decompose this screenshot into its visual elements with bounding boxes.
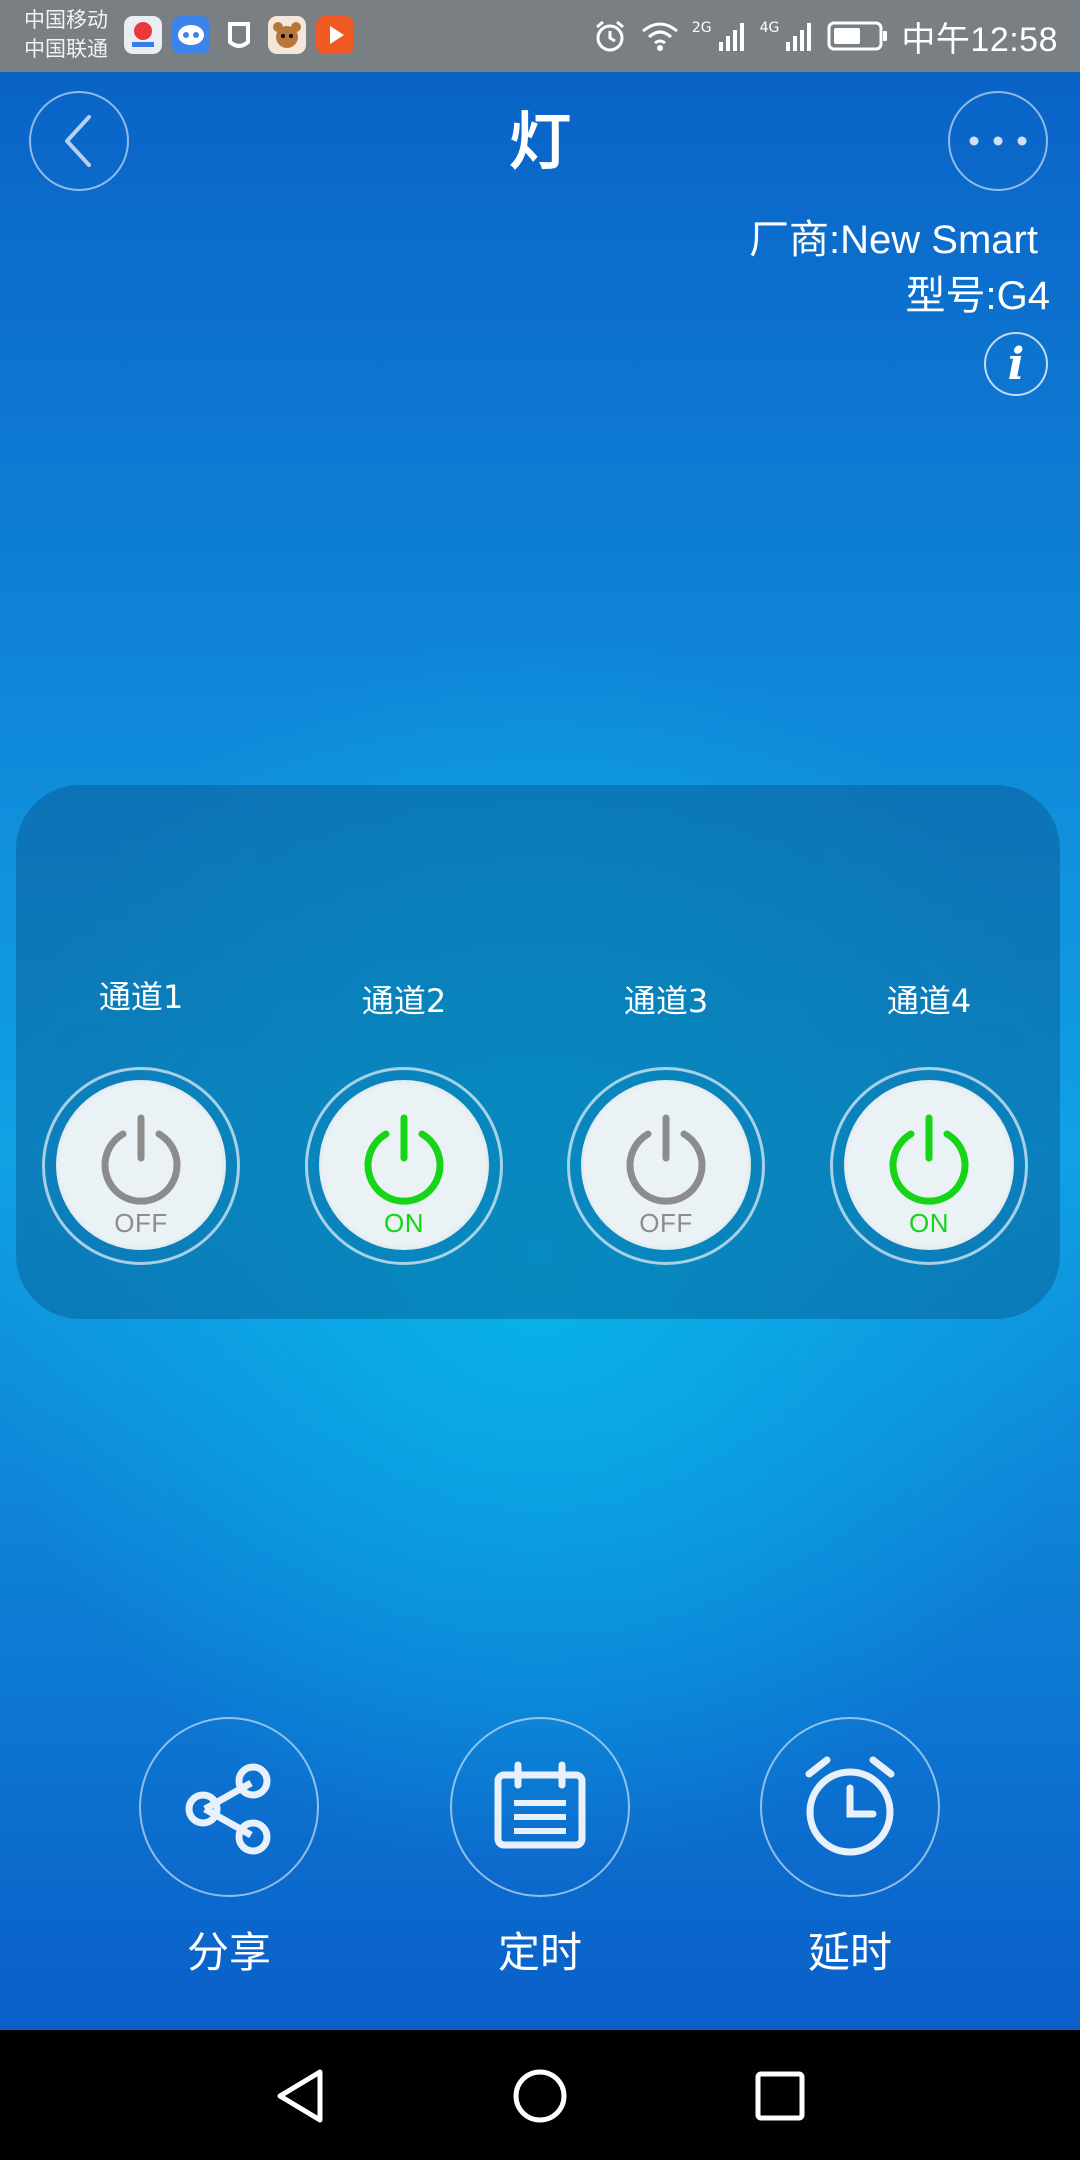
wifi-icon bbox=[641, 22, 678, 51]
square-recents-icon bbox=[755, 2071, 805, 2121]
delay-button[interactable] bbox=[760, 1717, 940, 1897]
channel-label: 通道1 bbox=[98, 978, 184, 1016]
more-dots-icon bbox=[969, 136, 1027, 146]
calendar-icon bbox=[494, 1761, 586, 1849]
channel-4-power-button[interactable]: ON bbox=[844, 1080, 1014, 1250]
carrier-1: 中国移动 bbox=[24, 8, 108, 32]
chevron-left-icon bbox=[65, 115, 91, 167]
signal-icon bbox=[786, 23, 812, 51]
channel-2: 通道2 ON bbox=[304, 785, 504, 1319]
shield-app-icon bbox=[220, 16, 258, 54]
chat-app-icon bbox=[172, 16, 210, 54]
carrier-labels: 中国移动 中国联通 bbox=[24, 6, 108, 64]
power-state-label: ON bbox=[384, 1208, 424, 1238]
power-state-label: ON bbox=[909, 1208, 949, 1238]
power-state-label: OFF bbox=[639, 1208, 693, 1238]
circle-home-icon bbox=[513, 2069, 567, 2123]
channel-label: 通道4 bbox=[886, 982, 972, 1020]
channel-2-power-button[interactable]: ON bbox=[319, 1080, 489, 1250]
device-vendor: 厂商:New Smart bbox=[749, 218, 1038, 262]
page-title: 灯 bbox=[508, 105, 571, 178]
triangle-back-icon bbox=[277, 2069, 323, 2123]
channel-label: 通道3 bbox=[623, 982, 709, 1020]
power-ring: OFF bbox=[42, 1067, 240, 1265]
battery-icon bbox=[827, 21, 888, 51]
status-bar: 中国移动 中国联通 2G 4G 中午12:58 bbox=[0, 0, 1080, 72]
channel-1: 通道1 OFF bbox=[41, 785, 241, 1319]
nav-home-button[interactable] bbox=[504, 2060, 576, 2132]
more-button[interactable] bbox=[948, 91, 1048, 191]
device-screen: 灯 厂商:New Smart 型号:G4 i 通道1 OFF 通道2 ON 通道… bbox=[0, 72, 1080, 2030]
power-icon bbox=[626, 1114, 706, 1205]
action-label: 延时 bbox=[807, 1928, 892, 1977]
bear-app-icon bbox=[268, 16, 306, 54]
power-icon bbox=[101, 1114, 181, 1205]
map-app-icon bbox=[124, 16, 162, 54]
clock: 中午12:58 bbox=[901, 20, 1058, 59]
power-ring: ON bbox=[830, 1067, 1028, 1265]
video-app-icon bbox=[316, 16, 354, 54]
channel-4: 通道4 ON bbox=[829, 785, 1029, 1319]
power-ring: ON bbox=[305, 1067, 503, 1265]
share-button[interactable] bbox=[139, 1717, 319, 1897]
nav-recents-button[interactable] bbox=[744, 2060, 816, 2132]
channel-3: 通道3 OFF bbox=[566, 785, 766, 1319]
system-nav-bar bbox=[0, 2030, 1080, 2160]
delay-action[interactable]: 延时 bbox=[760, 1717, 940, 2037]
alarm-clock-icon bbox=[805, 1756, 895, 1856]
power-icon bbox=[364, 1114, 444, 1205]
channel-panel: 通道1 OFF 通道2 ON 通道3 OFF 通道4 ON bbox=[16, 785, 1060, 1319]
share-action[interactable]: 分享 bbox=[139, 1717, 319, 2037]
carrier-2: 中国联通 bbox=[24, 37, 108, 61]
channel-3-power-button[interactable]: OFF bbox=[581, 1080, 751, 1250]
system-status: 2G 4G 中午12:58 bbox=[592, 10, 1058, 62]
power-state-label: OFF bbox=[114, 1208, 168, 1238]
info-button[interactable]: i bbox=[984, 332, 1048, 396]
info-icon: i bbox=[1007, 338, 1025, 390]
alarm-icon bbox=[595, 20, 624, 52]
timer-button[interactable] bbox=[450, 1717, 630, 1897]
back-button[interactable] bbox=[29, 91, 129, 191]
nav-back-button[interactable] bbox=[264, 2060, 336, 2132]
device-model: 型号:G4 bbox=[905, 274, 1050, 318]
action-label: 定时 bbox=[497, 1928, 582, 1977]
notification-icons bbox=[124, 16, 354, 54]
channel-label: 通道2 bbox=[361, 982, 447, 1020]
power-ring: OFF bbox=[567, 1067, 765, 1265]
signal-icon bbox=[718, 23, 744, 51]
action-label: 分享 bbox=[186, 1928, 271, 1977]
share-icon bbox=[185, 1763, 271, 1855]
network-2g-label: 2G bbox=[691, 20, 712, 36]
power-icon bbox=[889, 1114, 969, 1205]
timer-action[interactable]: 定时 bbox=[450, 1717, 630, 2037]
channel-1-power-button[interactable]: OFF bbox=[56, 1080, 226, 1250]
network-4g-label: 4G bbox=[759, 20, 780, 36]
